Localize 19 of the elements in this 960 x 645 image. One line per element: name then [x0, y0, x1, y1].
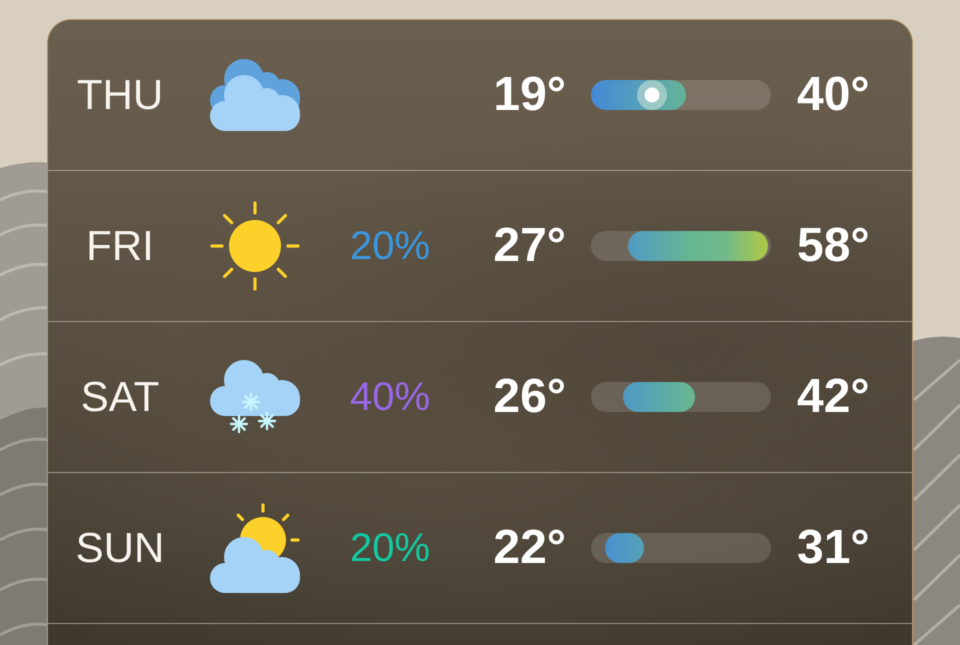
- day-label: THU: [76, 70, 164, 120]
- cloud-icon: [210, 59, 300, 131]
- snow-cloud-icon: [210, 360, 300, 434]
- precipitation-chance: 20%: [350, 223, 430, 270]
- low-temperature: 26°: [493, 369, 566, 426]
- day-label: FRI: [85, 220, 155, 271]
- precipitation-chance: 20%: [350, 525, 430, 572]
- high-temperature: 58°: [797, 218, 870, 274]
- high-temperature: 40°: [797, 67, 870, 124]
- high-temperature: 31°: [797, 520, 870, 576]
- low-temperature: 19°: [493, 67, 566, 124]
- day-label: SUN: [74, 522, 166, 573]
- sun-icon: [210, 201, 300, 291]
- high-temperature: 42°: [797, 369, 870, 426]
- sun-behind-cloud-icon: [210, 503, 300, 593]
- low-temperature: 27°: [493, 218, 566, 274]
- precipitation-chance: 40%: [350, 374, 430, 421]
- low-temperature: 22°: [493, 520, 566, 576]
- day-label: SAT: [80, 372, 160, 422]
